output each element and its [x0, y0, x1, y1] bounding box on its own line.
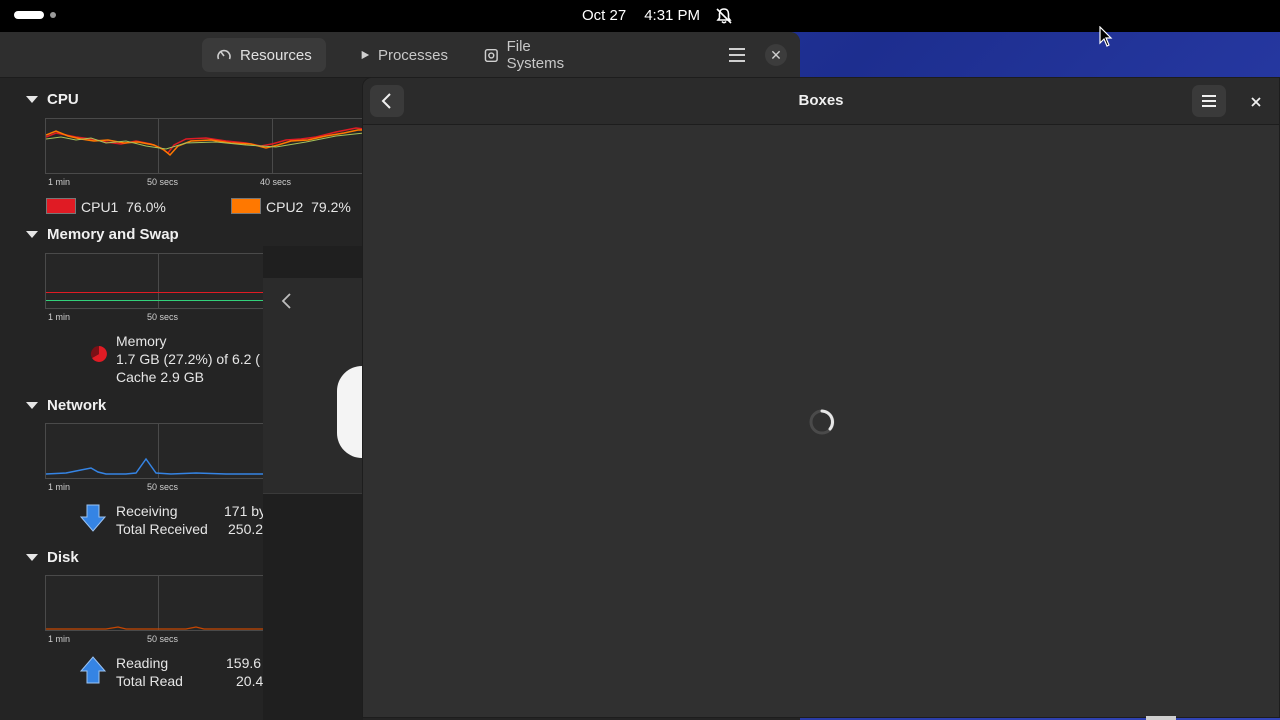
clock-button[interactable]: Oct 27 4:31 PM: [582, 7, 700, 24]
disk-title: Disk: [47, 549, 79, 566]
tab-resources[interactable]: Resources: [202, 38, 326, 72]
total-received-value: 250.2: [228, 521, 264, 537]
workspace-indicator-active: [14, 11, 44, 19]
memory-section-toggle[interactable]: Memory and Swap: [26, 226, 179, 243]
clock-time: 4:31 PM: [644, 7, 701, 24]
collapse-triangle-icon: [26, 554, 38, 561]
memory-title: Memory and Swap: [47, 226, 179, 243]
reading-label: Reading: [116, 655, 169, 671]
hamburger-menu-icon[interactable]: [725, 44, 749, 66]
disk-section-toggle[interactable]: Disk: [26, 549, 79, 566]
memory-tick-1: 1 min: [48, 312, 71, 322]
tab-file-systems-label: File Systems: [506, 38, 565, 72]
memory-label: Memory: [116, 333, 167, 349]
disk-tick-2: 50 secs: [147, 634, 179, 644]
notifications-off-icon: [716, 8, 732, 24]
tab-file-systems[interactable]: File Systems: [470, 38, 604, 72]
tab-resources-label: Resources: [240, 46, 312, 64]
tab-processes[interactable]: Processes: [346, 38, 462, 72]
receiving-value: 171 by: [224, 503, 267, 519]
collapse-triangle-icon: [26, 231, 38, 238]
memory-usage: 1.7 GB (27.2%) of 6.2 (: [116, 351, 260, 367]
receiving-arrow-icon: [80, 504, 106, 532]
mouse-cursor-icon: [1099, 26, 1113, 47]
boxes-window: Boxes: [362, 77, 1280, 718]
cpu-tick-1: 1 min: [48, 177, 71, 187]
collapse-triangle-icon: [26, 402, 38, 409]
activities-button[interactable]: [14, 11, 56, 19]
disk-icon: [484, 48, 498, 62]
network-tick-2: 50 secs: [147, 482, 179, 492]
cpu-section-toggle[interactable]: CPU: [26, 91, 79, 108]
chevron-left-icon[interactable]: [280, 292, 294, 310]
gauge-icon: [217, 49, 231, 60]
memory-pie-icon[interactable]: [88, 344, 110, 364]
window-title: Boxes: [798, 92, 844, 109]
disk-tick-1: 1 min: [48, 634, 71, 644]
top-bar: Oct 27 4:31 PM: [0, 0, 1280, 32]
network-title: Network: [47, 397, 107, 414]
cpu-title: CPU: [47, 91, 79, 108]
cpu-tick-3: 40 secs: [260, 177, 292, 187]
total-received-label: Total Received: [116, 521, 208, 537]
reading-arrow-icon: [80, 656, 106, 684]
main-menu-button[interactable]: [1192, 85, 1226, 117]
workspace-indicator: [50, 12, 56, 18]
play-icon: [361, 50, 370, 60]
receiving-label: Receiving: [116, 503, 178, 519]
collapse-triangle-icon: [26, 96, 38, 103]
reading-value: 159.6: [226, 655, 262, 671]
cpu-tick-2: 50 secs: [147, 177, 179, 187]
tab-processes-label: Processes: [377, 46, 448, 64]
cpu-graph: [45, 118, 364, 174]
memory-tick-2: 50 secs: [147, 312, 179, 322]
close-icon[interactable]: ✕: [765, 44, 787, 66]
loading-spinner-icon: [809, 409, 835, 435]
clock-date: Oct 27: [582, 7, 627, 24]
hamburger-menu-icon: [1202, 95, 1216, 107]
window-edge: [1146, 716, 1176, 720]
network-section-toggle[interactable]: Network: [26, 397, 106, 414]
boxes-header: Boxes: [363, 78, 1279, 125]
network-tick-1: 1 min: [48, 482, 71, 492]
total-read-label: Total Read: [116, 673, 183, 689]
total-read-value: 20.4: [236, 673, 264, 689]
cpu2-label: CPU2 79.2%: [266, 199, 351, 215]
close-icon[interactable]: [1246, 92, 1266, 112]
cpu1-label: CPU1 76.0%: [81, 199, 166, 215]
memory-cache: Cache 2.9 GB: [116, 369, 204, 385]
cpu-graph-lines: [46, 127, 364, 157]
cpu1-color-button[interactable]: [46, 198, 76, 214]
cpu2-color-button[interactable]: [231, 198, 261, 214]
system-monitor-header: Resources Processes File Systems ✕: [0, 32, 800, 78]
